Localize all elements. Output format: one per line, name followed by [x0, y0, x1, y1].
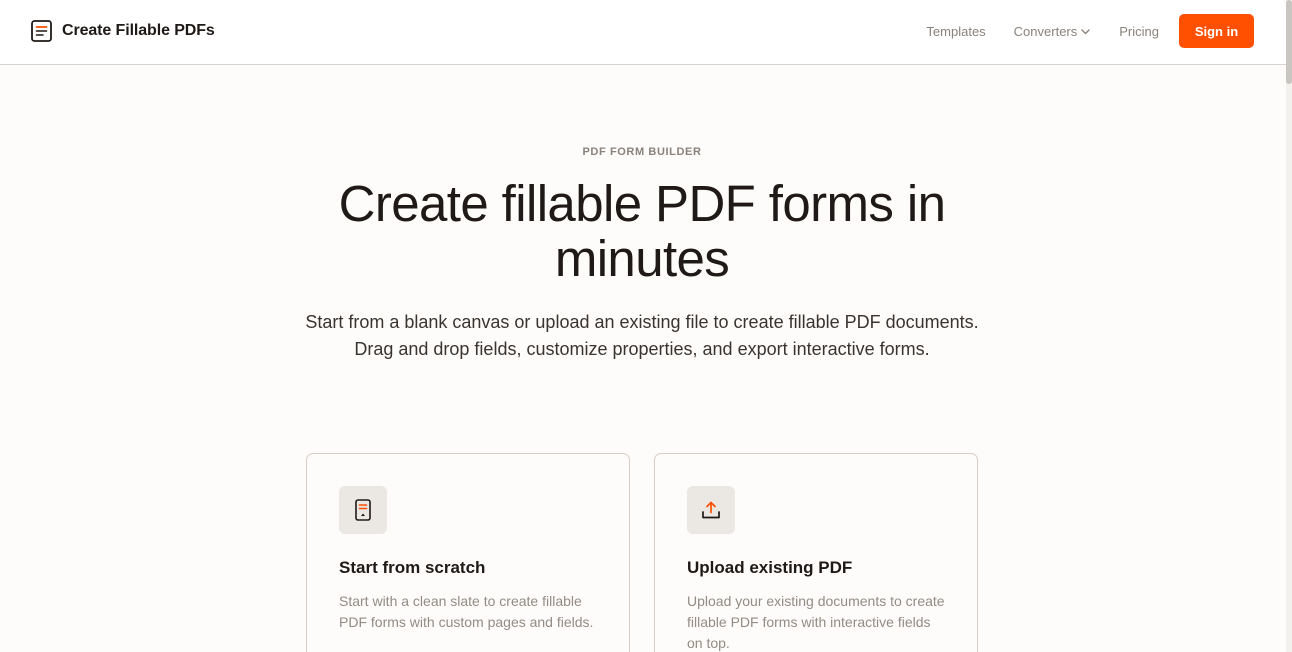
main-nav: Templates Converters Pricing Sign in: [926, 14, 1254, 48]
nav-templates-link[interactable]: Templates: [926, 24, 985, 39]
nav-converters-dropdown[interactable]: Converters: [1014, 24, 1091, 39]
nav-converters-label: Converters: [1013, 23, 1078, 39]
card-description: Upload your existing documents to create…: [687, 593, 945, 651]
card-title: Upload existing PDF: [687, 558, 853, 577]
brand-logo-link[interactable]: Create Fillable PDFs: [31, 19, 215, 43]
top-navbar: Create Fillable PDFs Templates Converter…: [0, 0, 1286, 65]
scrollbar-track[interactable]: [1286, 0, 1292, 652]
upload-existing-pdf-card[interactable]: Upload existing PDF Upload your existing…: [654, 453, 978, 652]
brand-name: Create Fillable PDFs: [62, 22, 215, 39]
nav-pricing-link[interactable]: Pricing: [1119, 24, 1159, 39]
card-icon-box: [339, 486, 387, 534]
chevron-down-icon: [1081, 28, 1090, 34]
card-title: Start from scratch: [339, 558, 486, 577]
hero-eyebrow: PDF FORM BUILDER: [582, 146, 702, 158]
document-icon: [355, 499, 371, 521]
card-icon-box: [687, 486, 735, 534]
hero-subtext: Start from a blank canvas or upload an e…: [305, 312, 979, 359]
sign-in-button[interactable]: Sign in: [1179, 14, 1254, 48]
upload-icon: [702, 501, 720, 519]
card-description: Start with a clean slate to create filla…: [339, 593, 594, 630]
page: Create Fillable PDFs Templates Converter…: [0, 0, 1292, 652]
document-icon: [31, 20, 52, 42]
hero-headline: Create fillable PDF forms in minutes: [338, 175, 946, 287]
start-from-scratch-card[interactable]: Start from scratch Start with a clean sl…: [306, 453, 630, 652]
scrollbar-thumb[interactable]: [1286, 0, 1292, 84]
